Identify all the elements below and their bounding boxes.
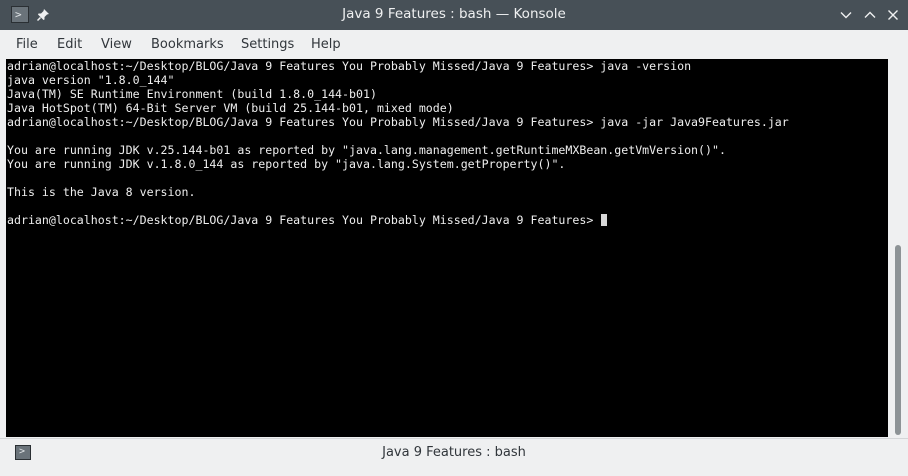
tab-java-9-features-bash[interactable]: Java 9 Features : bash	[0, 439, 908, 467]
title-bar[interactable]: > Java 9 Features : bash — Konsole	[0, 0, 908, 30]
terminal-line: java version "1.8.0_144"	[7, 73, 175, 87]
close-icon	[886, 7, 900, 27]
menu-edit[interactable]: Edit	[51, 30, 88, 59]
konsole-window: > Java 9 Features : bash — Konsole File	[0, 0, 908, 476]
minimize-button[interactable]	[836, 5, 856, 25]
terminal-line: adrian@localhost:~/Desktop/BLOG/Java 9 F…	[7, 59, 692, 73]
terminal-line: You are running JDK v.25.144-b01 as repo…	[7, 143, 726, 157]
menu-settings[interactable]: Settings	[235, 30, 300, 59]
terminal-line: Java(TM) SE Runtime Environment (build 1…	[7, 87, 377, 101]
close-button[interactable]	[883, 5, 903, 25]
terminal-output[interactable]: adrian@localhost:~/Desktop/BLOG/Java 9 F…	[6, 59, 888, 437]
terminal-line: You are running JDK v.1.8.0_144 as repor…	[7, 157, 566, 171]
menu-bookmarks[interactable]: Bookmarks	[145, 30, 230, 59]
terminal-cursor	[601, 214, 608, 226]
terminal-prompt: adrian@localhost:~/Desktop/BLOG/Java 9 F…	[7, 213, 601, 227]
tab-bar: > Java 9 Features : bash	[0, 438, 908, 469]
menu-help[interactable]: Help	[305, 30, 347, 59]
terminal-line: This is the Java 8 version.	[7, 185, 196, 199]
terminal-line: adrian@localhost:~/Desktop/BLOG/Java 9 F…	[7, 115, 789, 129]
chevron-up-icon	[863, 10, 877, 26]
window-title: Java 9 Features : bash — Konsole	[342, 6, 566, 22]
maximize-button[interactable]	[860, 5, 880, 25]
terminal-prompt-line: adrian@localhost:~/Desktop/BLOG/Java 9 F…	[6, 213, 888, 227]
terminal-line: Java HotSpot(TM) 64-Bit Server VM (build…	[7, 101, 454, 115]
chevron-down-icon	[839, 10, 853, 26]
menu-file[interactable]: File	[10, 30, 44, 59]
terminal-scrollbar[interactable]	[891, 59, 905, 437]
menu-bar: File Edit View Bookmarks Settings Help	[0, 30, 908, 59]
scrollbar-thumb[interactable]	[895, 245, 901, 435]
menu-view[interactable]: View	[95, 30, 138, 59]
